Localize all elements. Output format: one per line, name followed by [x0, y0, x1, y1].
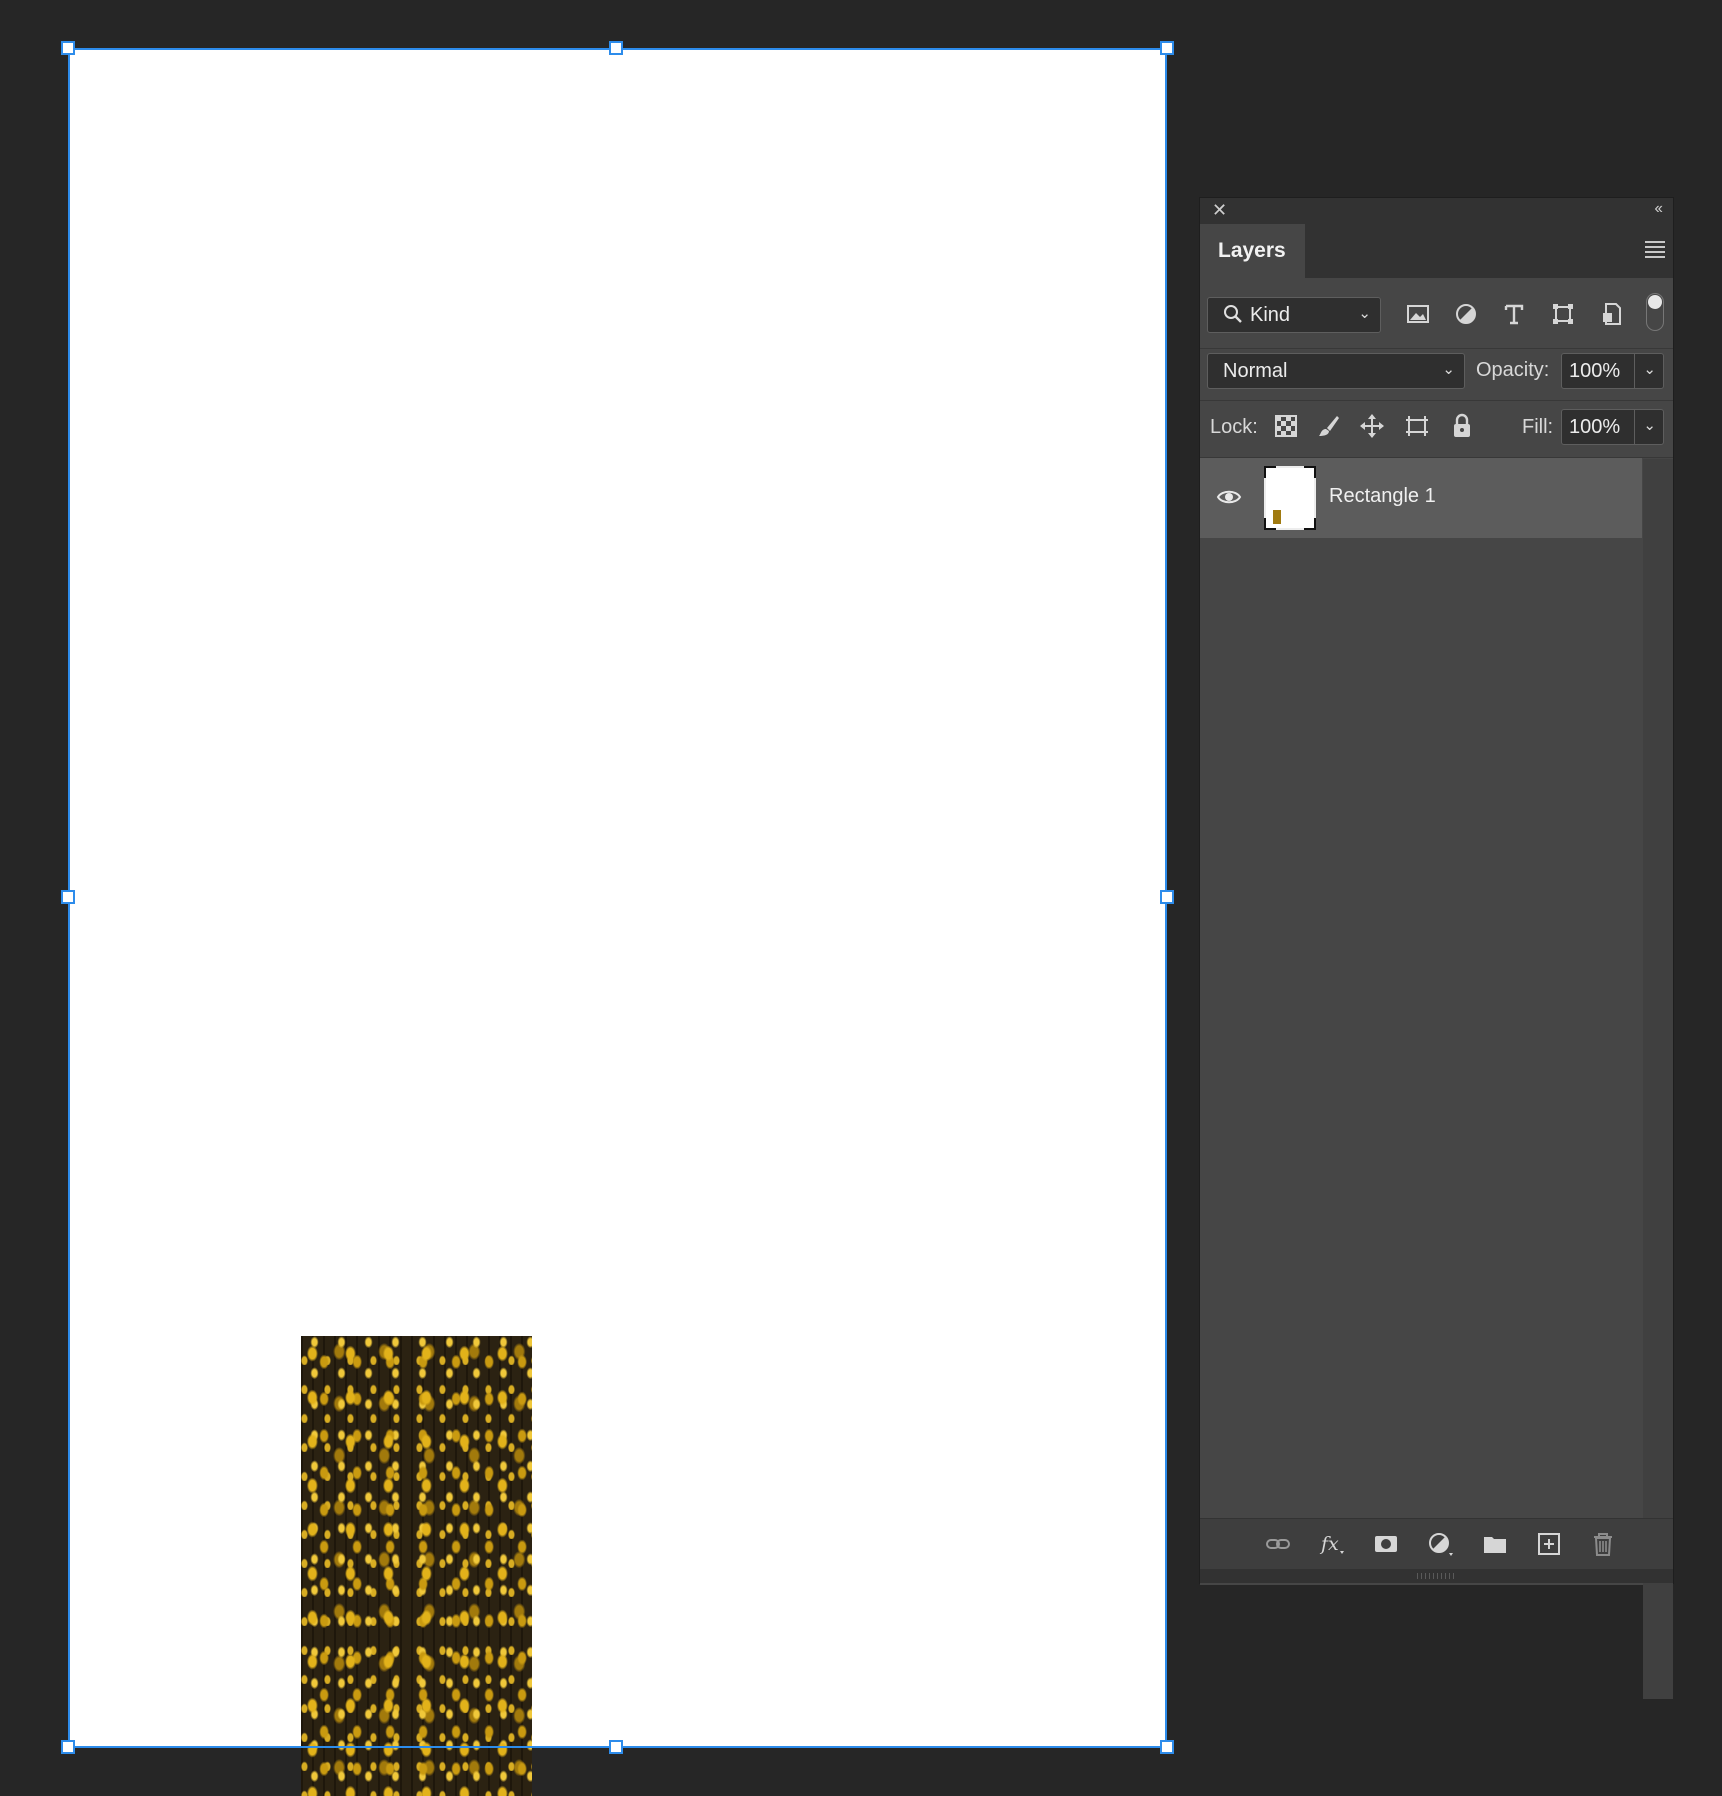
layer-name[interactable]: Rectangle 1 — [1329, 485, 1436, 508]
transform-handle-bottom-center[interactable] — [609, 1740, 623, 1754]
transform-handle-middle-left[interactable] — [61, 890, 75, 904]
layers-panel: ✕ ‹‹ Layers Kind ⌄ Normal ⌄ Opacity: 100… — [1199, 197, 1674, 1699]
search-icon — [1222, 303, 1244, 331]
lock-all-icon[interactable] — [1448, 412, 1476, 440]
transform-handle-top-center[interactable] — [609, 41, 623, 55]
blend-mode-value: Normal — [1223, 360, 1288, 382]
filter-kind-dropdown[interactable]: Kind ⌄ — [1207, 297, 1381, 333]
fill-dropdown-button[interactable]: ⌄ — [1634, 409, 1664, 445]
lock-position-icon[interactable] — [1358, 412, 1386, 440]
panel-resize-grip[interactable] — [1200, 1569, 1673, 1583]
tab-layers[interactable]: Layers — [1200, 224, 1305, 278]
lock-transparent-icon[interactable] — [1272, 412, 1300, 440]
layer-thumbnail — [1264, 466, 1316, 530]
adjustment-filter-icon[interactable] — [1452, 300, 1480, 328]
type-filter-icon[interactable] — [1500, 300, 1528, 328]
new-group-icon[interactable] — [1481, 1530, 1509, 1558]
panel-menu-icon[interactable] — [1645, 241, 1665, 261]
opacity-value: 100% — [1569, 360, 1621, 382]
smart-object-badge-corner — [1264, 518, 1276, 530]
new-layer-icon[interactable] — [1535, 1530, 1563, 1558]
blend-mode-dropdown[interactable]: Normal ⌄ — [1207, 353, 1465, 389]
smart-object-badge-corner — [1304, 518, 1316, 530]
forest-photo-placeholder[interactable] — [301, 1336, 532, 1796]
lock-label: Lock: — [1210, 416, 1258, 438]
smart-object-badge-corner — [1264, 466, 1276, 478]
fill-field[interactable]: 100% — [1561, 409, 1635, 445]
opacity-dropdown-button[interactable]: ⌄ — [1634, 353, 1664, 389]
chevron-down-icon: ⌄ — [1643, 417, 1656, 435]
fill-value: 100% — [1569, 416, 1621, 438]
panel-body: Kind ⌄ Normal ⌄ Opacity: 100% ⌄ Lock: Fi… — [1200, 278, 1673, 1585]
add-mask-icon[interactable] — [1372, 1530, 1400, 1558]
transform-handle-middle-right[interactable] — [1160, 890, 1174, 904]
delete-layer-icon[interactable] — [1589, 1530, 1617, 1558]
filter-kind-label: Kind — [1250, 304, 1291, 326]
eye-visibility-icon[interactable] — [1215, 483, 1243, 511]
transform-handle-top-right[interactable] — [1160, 41, 1174, 55]
layer-list-scrollbar[interactable] — [1643, 459, 1673, 1699]
opacity-field[interactable]: 100% — [1561, 353, 1635, 389]
smart-object-badge-corner — [1304, 466, 1316, 478]
panel-title-bar: ✕ ‹‹ — [1200, 198, 1673, 224]
transform-handle-bottom-left[interactable] — [61, 1740, 75, 1754]
panel-bottom-toolbar: fx — [1200, 1518, 1673, 1569]
fx-icon[interactable]: fx — [1318, 1530, 1346, 1558]
opacity-label: Opacity: — [1476, 359, 1550, 381]
fill-label: Fill: — [1522, 416, 1554, 438]
chevron-down-icon: ⌄ — [1442, 361, 1455, 379]
transform-handle-top-left[interactable] — [61, 41, 75, 55]
smart-object-filter-icon[interactable] — [1598, 300, 1626, 328]
close-icon[interactable]: ✕ — [1212, 200, 1227, 221]
new-adjustment-icon[interactable] — [1426, 1530, 1454, 1558]
transform-handle-bottom-right[interactable] — [1160, 1740, 1174, 1754]
layer-row-rectangle-1[interactable]: Rectangle 1 — [1200, 458, 1642, 538]
chevron-down-icon: ⌄ — [1643, 361, 1656, 379]
collapse-panel-icon[interactable]: ‹‹ — [1654, 200, 1663, 218]
svg-text:fx: fx — [1319, 1533, 1339, 1555]
image-filter-icon[interactable] — [1404, 300, 1432, 328]
document-canvas[interactable] — [69, 49, 1166, 1796]
lock-image-icon[interactable] — [1315, 412, 1343, 440]
panel-tab-bar: Layers — [1200, 224, 1673, 278]
link-layers-icon[interactable] — [1264, 1530, 1292, 1558]
lock-artboard-icon[interactable] — [1403, 412, 1431, 440]
shape-filter-icon[interactable] — [1549, 300, 1577, 328]
chevron-down-icon: ⌄ — [1358, 305, 1371, 323]
filter-toggle-icon[interactable] — [1646, 293, 1664, 331]
